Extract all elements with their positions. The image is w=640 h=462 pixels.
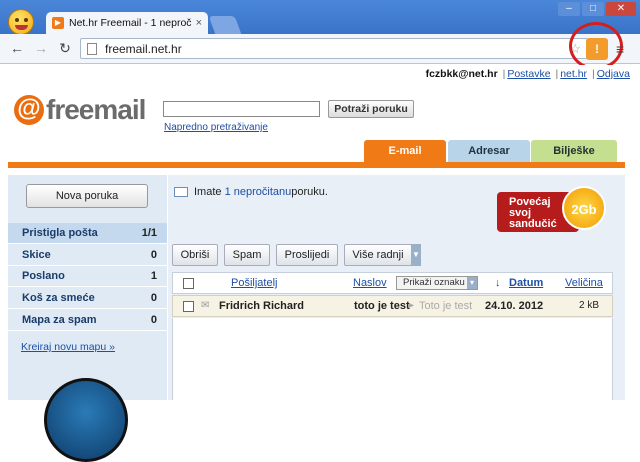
table-header: Pošiljatelj Naslov Prikaži oznaku ↓ Datu… [172,272,613,294]
folder-count: 0 [151,249,157,261]
forward-button[interactable]: Proslijedi [276,244,338,266]
forward-arrow-icon[interactable]: → [32,40,50,56]
page-icon [87,43,97,55]
link-nethr[interactable]: net.hr [560,68,587,80]
folder-inbox[interactable]: Pristigla pošta 1/1 [8,223,167,244]
folder-count: 0 [151,292,157,304]
table-body [172,318,613,400]
back-arrow-icon[interactable]: ← [8,40,26,56]
row-size: 2 kB [579,300,599,311]
sort-down-icon[interactable]: ↓ [495,277,501,289]
logo-text: freemail [46,94,145,126]
folder-count: 1/1 [142,227,157,239]
reload-icon[interactable]: ↻ [56,40,74,56]
row-preview: Toto je test [419,300,472,312]
link-settings[interactable]: Postavke [507,68,550,80]
folder-label: Pristigla pošta [22,227,98,239]
folder-count: 1 [151,270,157,282]
tab-title: Net.hr Freemail - 1 nepročitan [69,17,192,29]
tab-email[interactable]: E-mail [364,140,446,162]
favicon-icon: ▶ [52,17,64,29]
sort-date[interactable]: Datum [509,277,543,289]
row-checkbox[interactable] [183,301,194,312]
window-controls: – □ ✕ [558,2,636,16]
folder-spam[interactable]: Mapa za spam 0 [8,310,167,331]
tab-notes[interactable]: Bilješke [531,140,617,162]
minimize-button[interactable]: – [558,2,580,16]
advanced-search-link[interactable]: Napredno pretraživanje [164,122,268,133]
url-text: freemail.net.hr [105,42,569,56]
maximize-button[interactable]: □ [582,2,604,16]
promo-badge[interactable]: 2Gb [562,186,606,230]
search-button[interactable]: Potraži poruku [328,100,414,118]
unread-notice: Imate 1 nepročitanu poruku. [174,186,328,198]
more-actions-button[interactable]: Više radnji [344,244,412,266]
search-input[interactable] [163,101,320,117]
chevron-down-icon[interactable]: ▼ [411,244,421,266]
unread-link[interactable]: 1 nepročitanu [225,186,292,198]
browser-tab-active[interactable]: ▶ Net.hr Freemail - 1 nepročitan × [46,12,208,34]
row-date: 24.10. 2012 [485,300,543,312]
sort-size[interactable]: Veličina [565,277,603,289]
label-filter-select[interactable]: Prikaži oznaku [396,276,478,290]
folder-label: Skice [22,249,51,261]
highlight-circle [569,22,623,70]
freemail-logo[interactable]: @ freemail [14,94,145,126]
folder-trash[interactable]: Koš za smeće 0 [8,288,167,309]
row-subject: toto je test [354,300,410,312]
user-bar: fczbkk@net.hr |Postavke |net.hr |Odjava [426,68,630,80]
folder-label: Poslano [22,270,65,282]
close-window-button[interactable]: ✕ [606,2,636,16]
folder-label: Koš za smeće [22,292,95,304]
envelope-icon: ✉ [201,300,209,311]
select-all-checkbox[interactable] [183,278,194,289]
table-row[interactable]: ✉ Fridrich Richard toto je test ▸ Toto j… [172,295,613,317]
address-bar[interactable]: freemail.net.hr ☆ [80,38,588,59]
tab-close-icon[interactable]: × [196,17,202,29]
spam-button[interactable]: Spam [224,244,270,266]
user-email: fczbkk@net.hr [426,68,498,80]
envelope-icon [174,187,188,197]
link-logout[interactable]: Odjava [597,68,630,80]
folder-drafts[interactable]: Skice 0 [8,245,167,266]
create-folder-link[interactable]: Kreiraj novu mapu » [21,341,115,353]
menu-icon[interactable]: ≡ [616,41,624,57]
sort-sender[interactable]: Pošiljatelj [231,277,277,289]
sort-subject[interactable]: Naslov [353,277,387,289]
logo-at-icon: @ [14,95,44,125]
row-sender: Fridrich Richard [219,300,304,312]
folder-sent[interactable]: Poslano 1 [8,266,167,287]
delete-button[interactable]: Obriši [172,244,218,266]
tab-addressbook[interactable]: Adresar [448,140,530,162]
tab-underline-bar [8,162,625,168]
new-message-button[interactable]: Nova poruka [26,184,148,208]
profile-avatar-icon[interactable] [8,9,34,35]
globe-icon [44,378,128,462]
folder-count: 0 [151,314,157,326]
chevron-right-icon: ▸ [409,300,414,311]
folder-label: Mapa za spam [22,314,97,326]
